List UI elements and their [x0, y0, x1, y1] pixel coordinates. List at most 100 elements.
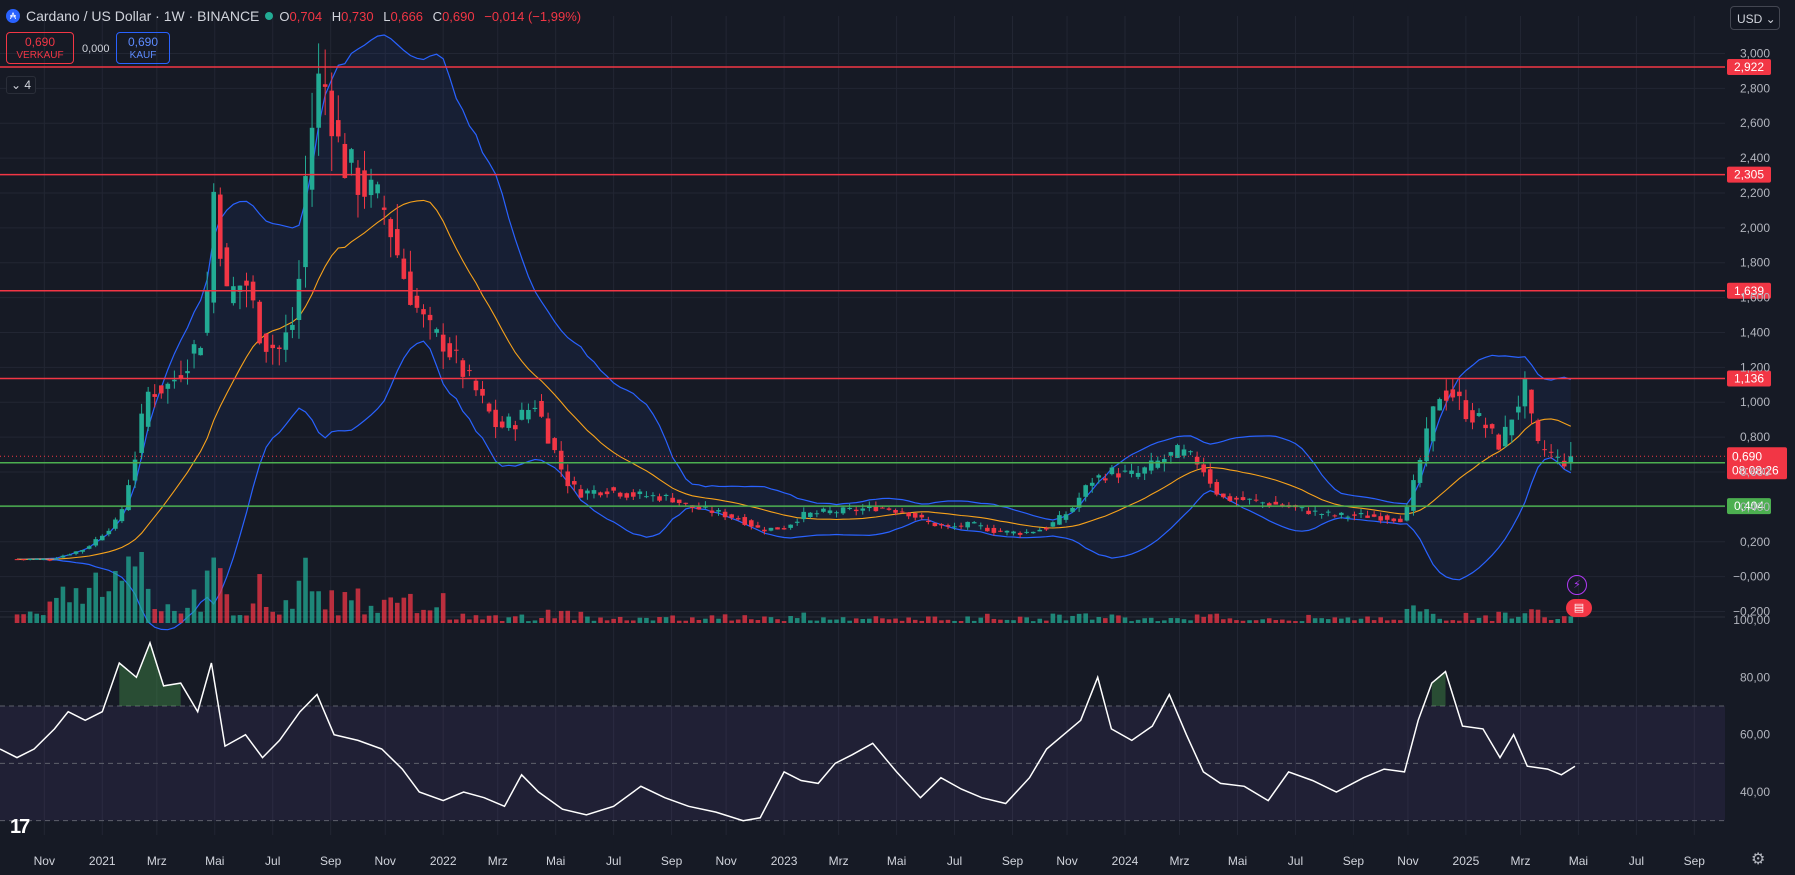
us-flag-icon[interactable]: ▤: [1566, 599, 1592, 617]
candle: [906, 512, 911, 517]
price-tick-label: −0,000: [1733, 570, 1770, 584]
buy-button[interactable]: 0,690 KAUF: [116, 32, 170, 64]
volume-bar: [335, 615, 341, 623]
candle: [231, 286, 236, 304]
candle: [539, 400, 544, 417]
volume-bar: [808, 620, 813, 623]
candle: [447, 343, 453, 358]
volume-bar: [1044, 620, 1049, 623]
candle: [99, 535, 105, 541]
candle: [971, 522, 977, 524]
candle: [34, 558, 40, 560]
candle: [54, 558, 59, 560]
candle: [1450, 389, 1456, 398]
currency-select[interactable]: USD ⌄: [1730, 6, 1780, 30]
time-tick-label: Nov: [375, 854, 396, 868]
volume-bar: [126, 556, 131, 623]
volume-bar: [499, 620, 505, 623]
buy-price: 0,690: [127, 35, 159, 49]
volume-bar: [368, 605, 374, 623]
volume-bar: [145, 588, 151, 623]
candle: [1306, 510, 1311, 515]
candle: [388, 219, 394, 238]
candle: [106, 530, 112, 535]
volume-bar: [231, 615, 236, 623]
candle: [329, 90, 335, 137]
indicators-toggle[interactable]: ⌄ 4: [6, 76, 36, 94]
candle: [939, 524, 944, 526]
volume-bar: [847, 620, 852, 623]
candle: [191, 344, 197, 354]
rsi-tick-label: 100,00: [1733, 613, 1770, 627]
candle: [558, 450, 564, 470]
tradingview-logo-icon[interactable]: 17: [10, 816, 30, 839]
candle: [611, 487, 616, 491]
time-tick-label: Sep: [661, 854, 683, 868]
candle: [460, 360, 466, 377]
candle: [1181, 449, 1187, 456]
sell-button[interactable]: 0,690 VERKAUF: [6, 32, 74, 64]
time-tick-label: Mrz: [1170, 854, 1190, 868]
flash-icon[interactable]: ⚡: [1567, 575, 1587, 595]
volume-bar: [1391, 619, 1397, 623]
candle: [1457, 391, 1462, 397]
volume-bar: [1024, 617, 1029, 623]
candle: [198, 347, 203, 356]
candle: [1483, 424, 1488, 429]
volume-bar: [585, 616, 590, 623]
volume-bar: [473, 615, 479, 623]
volume-bar: [401, 597, 407, 623]
volume-bar: [1083, 613, 1088, 623]
time-tick-label: Nov: [1056, 854, 1077, 868]
candle: [585, 490, 590, 494]
volume-bar: [919, 620, 925, 623]
last-price-label: 0,690: [1732, 449, 1762, 463]
volume-bar: [408, 593, 413, 623]
candle: [755, 525, 761, 528]
candle: [1129, 470, 1134, 474]
candle: [185, 371, 190, 374]
candle: [139, 413, 144, 453]
volume-bar: [1430, 613, 1436, 623]
volume-bar: [1122, 617, 1128, 623]
volume-bar: [1168, 618, 1174, 623]
volume-bar: [1365, 616, 1370, 623]
candle: [644, 496, 649, 498]
candle: [309, 127, 315, 190]
volume-bar: [1424, 609, 1429, 623]
candle: [1201, 464, 1206, 473]
volume-bar: [611, 618, 616, 623]
candle: [880, 507, 885, 509]
candle: [1221, 493, 1226, 498]
symbol-title[interactable]: Cardano / US Dollar · 1W · BINANCE: [26, 8, 259, 24]
candle: [814, 513, 820, 515]
candle: [381, 207, 387, 210]
gear-icon[interactable]: ⚙: [1751, 849, 1765, 869]
price-tick-label: 1,400: [1740, 325, 1770, 339]
candle: [60, 555, 66, 558]
candle: [1325, 511, 1331, 513]
candle: [860, 508, 866, 511]
candle: [775, 527, 780, 530]
chart-canvas[interactable]: 2,9222,3051,6391,1360,6530,4040,69008:08…: [0, 0, 1795, 875]
volume-bar: [1339, 618, 1344, 623]
volume-bar: [329, 590, 335, 623]
ohlc-readout: O0,704 H0,730 L0,666 C0,690 −0,014 (−1,9…: [279, 8, 582, 24]
candle: [480, 388, 485, 396]
volume-bar: [165, 604, 171, 623]
volume-bar: [506, 617, 512, 623]
candle: [840, 507, 846, 514]
candle: [1247, 498, 1252, 500]
volume-bar: [198, 611, 203, 623]
volume-bar: [1293, 621, 1298, 623]
volume-bar: [912, 619, 918, 623]
candle: [513, 425, 518, 430]
candle: [93, 539, 99, 546]
price-tick-label: 2,400: [1740, 151, 1770, 165]
volume-bar: [513, 616, 518, 623]
volume-bar: [1489, 620, 1495, 623]
candle: [709, 510, 715, 513]
volume-bar: [427, 610, 433, 623]
candle: [335, 120, 341, 137]
volume-bar: [1188, 620, 1193, 623]
